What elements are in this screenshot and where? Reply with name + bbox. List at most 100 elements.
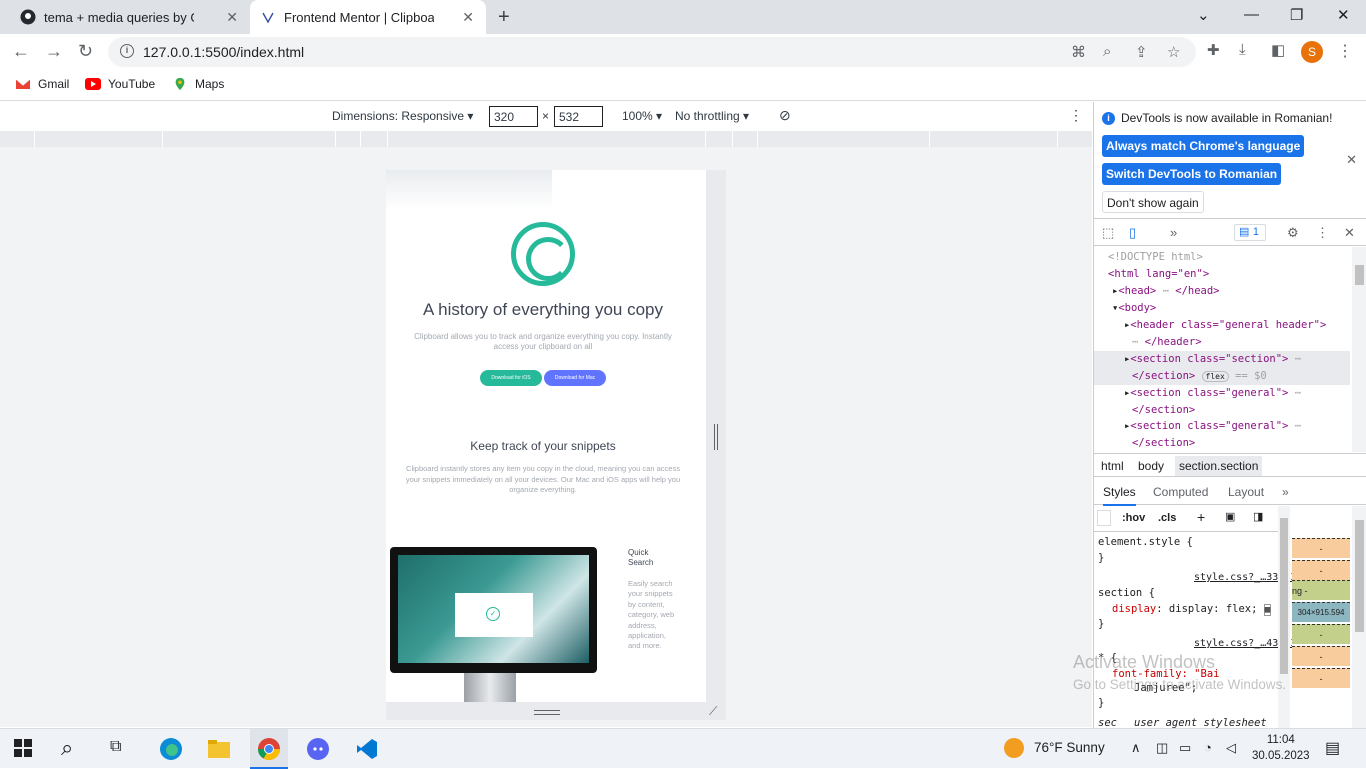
chrome-taskbar-item[interactable]: [250, 729, 288, 769]
message-icon: ▤: [1239, 226, 1250, 238]
crumb-section[interactable]: section.section: [1175, 456, 1263, 476]
clock-date: 30.05.2023: [1252, 750, 1310, 762]
tab-github[interactable]: tema + media queries by Gabriel ✕: [10, 0, 250, 34]
cls-toggle[interactable]: .cls: [1158, 512, 1176, 524]
volume-icon[interactable]: ◁: [1226, 740, 1236, 756]
windows-start-icon[interactable]: [14, 739, 32, 757]
edge-icon[interactable]: [159, 737, 183, 761]
device-more-icon[interactable]: ⋮: [1069, 107, 1083, 124]
bookmark-gmail[interactable]: Gmail: [15, 77, 69, 91]
hov-toggle[interactable]: :hov: [1122, 512, 1145, 524]
reload-icon[interactable]: ↻: [78, 41, 93, 62]
notifications-icon[interactable]: ▤: [1325, 738, 1340, 758]
height-resize-handle[interactable]: [534, 710, 560, 715]
issues-badge[interactable]: ▤ 1: [1234, 224, 1266, 241]
inspect-element-icon[interactable]: ⬚: [1102, 225, 1114, 241]
filter-input[interactable]: [1097, 510, 1111, 526]
tab-frontend-mentor[interactable]: Frontend Mentor | Clipboard lan ✕: [250, 0, 486, 34]
tab-computed[interactable]: Computed: [1153, 485, 1208, 499]
tab-layout[interactable]: Layout: [1228, 485, 1264, 499]
bookmark-star-icon[interactable]: ☆: [1167, 43, 1180, 61]
throttling-dropdown[interactable]: No throttling ▾: [675, 109, 749, 123]
html-node[interactable]: <html lang="en">: [1108, 268, 1209, 280]
crumb-html[interactable]: html: [1101, 459, 1124, 473]
camera-icon[interactable]: ◫: [1156, 740, 1168, 756]
downloads-icon[interactable]: ⤓: [1239, 41, 1246, 58]
side-panel-icon[interactable]: ◧: [1271, 41, 1285, 59]
new-rule-icon[interactable]: +: [1197, 509, 1205, 525]
close-infobar-icon[interactable]: ✕: [1346, 152, 1357, 168]
tab-styles[interactable]: Styles: [1103, 485, 1136, 506]
url-text[interactable]: 127.0.0.1:5500/index.html: [143, 44, 304, 60]
download-ios-button[interactable]: Download for iOS: [480, 370, 542, 386]
tab-search-icon[interactable]: ⌄: [1197, 6, 1210, 24]
section-general-node-2[interactable]: ▸<section class="general"> ⋯: [1124, 420, 1301, 432]
rotate-icon[interactable]: ⊘: [779, 107, 791, 124]
width-input[interactable]: 320: [489, 106, 538, 127]
download-mac-button[interactable]: Download for Mac: [544, 370, 606, 386]
more-tabs-icon[interactable]: »: [1170, 225, 1177, 240]
menu-icon[interactable]: ⋮: [1337, 41, 1353, 61]
styles-scrollbar[interactable]: [1278, 506, 1290, 728]
vscode-icon[interactable]: [355, 737, 379, 761]
media-query-ruler[interactable]: [0, 131, 1092, 147]
page-title: A history of everything you copy: [422, 300, 664, 319]
crumb-body[interactable]: body: [1138, 459, 1164, 473]
weather-text[interactable]: 76°F Sunny: [1034, 740, 1105, 755]
task-view-icon[interactable]: ⧉: [110, 738, 121, 756]
system-clock[interactable]: 11:04 30.05.2023: [1252, 732, 1310, 764]
section-general-node[interactable]: ▸<section class="general"> ⋯: [1124, 387, 1301, 399]
box-content: 304×915.594: [1292, 602, 1350, 622]
minimize-icon[interactable]: —: [1244, 6, 1259, 23]
bookmark-maps[interactable]: Maps: [172, 77, 224, 91]
doctype-node[interactable]: <!DOCTYPE html>: [1108, 251, 1203, 263]
element-style-rule[interactable]: element.style {: [1098, 536, 1193, 548]
gmail-icon: [15, 78, 31, 89]
section-section-node[interactable]: ▸<section class="section"> ⋯: [1124, 353, 1301, 365]
elements-scrollbar[interactable]: [1352, 247, 1366, 452]
paint-icon[interactable]: ▣: [1225, 510, 1235, 523]
width-resize-handle[interactable]: [714, 424, 718, 450]
back-icon[interactable]: ←: [12, 41, 30, 62]
more-panes-icon[interactable]: »: [1282, 485, 1289, 499]
settings-gear-icon[interactable]: ⚙: [1287, 225, 1299, 241]
search-icon[interactable]: ⌕: [61, 735, 73, 761]
close-tab-icon[interactable]: ✕: [462, 9, 474, 26]
rule1-declaration[interactable]: display: display: flex; ▦: [1112, 603, 1272, 616]
share-icon[interactable]: ⇪: [1135, 43, 1148, 61]
close-tab-icon[interactable]: ✕: [226, 9, 238, 26]
new-tab-button[interactable]: +: [498, 6, 510, 29]
file-explorer-icon[interactable]: [207, 737, 231, 761]
devtools-menu-icon[interactable]: ⋮: [1316, 225, 1329, 241]
translate-icon[interactable]: ⌘: [1071, 43, 1086, 61]
box-model-scrollbar[interactable]: [1352, 506, 1366, 728]
zoom-icon[interactable]: ⌕: [1103, 43, 1111, 60]
tray-chevron-icon[interactable]: ∧: [1131, 740, 1141, 756]
forward-icon[interactable]: →: [45, 41, 63, 62]
close-window-icon[interactable]: ✕: [1337, 6, 1350, 24]
body-node[interactable]: ▾<body>: [1112, 302, 1156, 314]
dimensions-dropdown[interactable]: Dimensions: Responsive ▾: [332, 109, 473, 123]
site-info-icon[interactable]: i: [120, 44, 134, 58]
close-devtools-icon[interactable]: ✕: [1344, 225, 1355, 241]
corner-resize-icon[interactable]: ⟋: [709, 704, 717, 719]
always-match-button[interactable]: Always match Chrome's language: [1102, 135, 1305, 157]
header-node[interactable]: ▸<header class="general header">: [1124, 319, 1326, 331]
head-node[interactable]: ▸<head> ⋯ </head>: [1112, 285, 1220, 297]
extensions-icon[interactable]: ✚: [1207, 41, 1220, 59]
sidebar-toggle-icon[interactable]: ◨: [1253, 510, 1263, 523]
rule1-selector[interactable]: section {: [1098, 587, 1155, 599]
dont-show-again-button[interactable]: Don't show again: [1102, 191, 1204, 213]
height-input[interactable]: 532: [554, 106, 603, 127]
restore-icon[interactable]: ❐: [1290, 6, 1303, 24]
device-toggle-icon[interactable]: ▯: [1129, 225, 1136, 241]
address-bar[interactable]: i 127.0.0.1:5500/index.html ⌘ ⌕ ⇪ ☆: [108, 37, 1196, 67]
bookmark-youtube[interactable]: YouTube: [85, 77, 155, 91]
wifi-icon[interactable]: ◔: [1204, 740, 1212, 755]
zoom-dropdown[interactable]: 100% ▾: [622, 109, 662, 123]
profile-avatar[interactable]: S: [1301, 41, 1323, 63]
switch-language-button[interactable]: Switch DevTools to Romanian: [1102, 163, 1282, 185]
battery-icon[interactable]: ▭: [1179, 740, 1191, 756]
weather-sun-icon[interactable]: [1004, 738, 1024, 758]
discord-icon[interactable]: [306, 737, 330, 761]
